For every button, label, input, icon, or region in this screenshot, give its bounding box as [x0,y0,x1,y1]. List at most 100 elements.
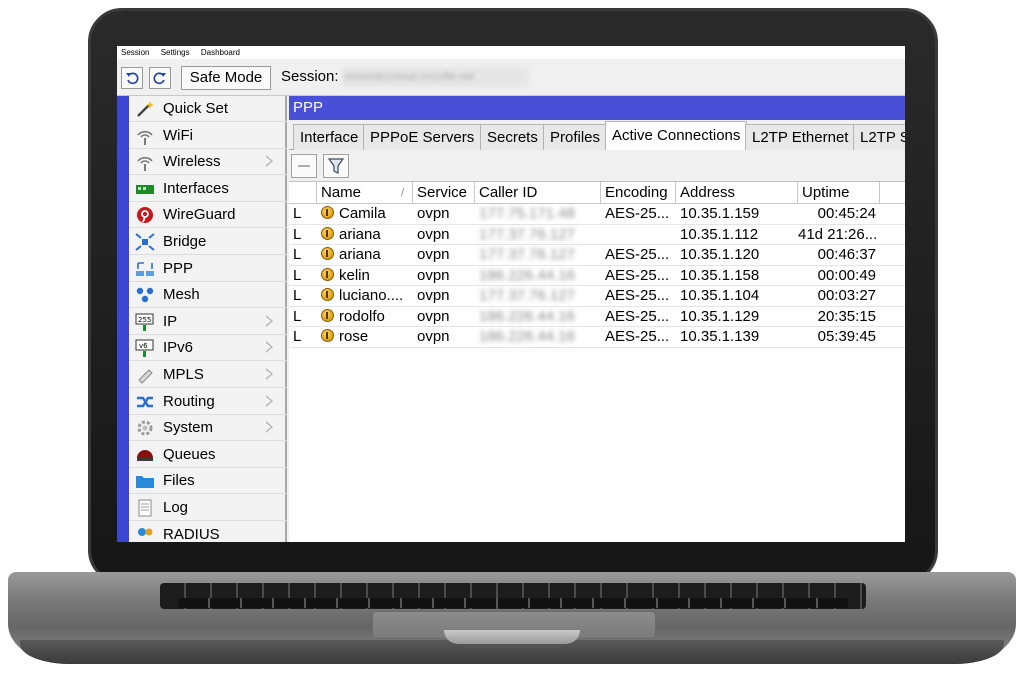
header-name[interactable]: Name / [317,182,413,204]
sidebar-item-wireguard[interactable]: WireGuard [129,202,287,229]
table-row[interactable]: L ariana ovpn 177.37.76.127 10.35.1.112 … [289,225,905,245]
folder-icon [136,476,154,489]
row-address: 10.35.1.158 [680,266,760,284]
wireguard-icon [137,207,153,224]
table-toolbar [289,150,905,182]
header-filler [880,182,905,204]
row-service: ovpn [417,205,450,222]
sidebar-item-label: Bridge [163,233,207,250]
header-encoding[interactable]: Encoding [601,182,676,204]
row-service: ovpn [417,225,450,243]
row-name: rodolfo [317,307,413,327]
tab-pppoe-servers[interactable]: PPPoE Servers [363,124,482,150]
table-row[interactable]: L kelin ovpn 186.226.44.16 AES-25... 10.… [289,266,905,286]
table-header: Name / Service Caller ID Encoding Addres… [289,182,905,204]
menu-bar: Session Settings Dashboard [117,46,905,59]
table-row[interactable]: L ariana ovpn 177.37.76.127 AES-25... 10… [289,245,905,266]
chevron-right-icon [266,394,273,407]
tab-interface[interactable]: Interface [293,124,366,150]
row-service: ovpn [417,266,450,284]
row-encoding: AES-25... [605,328,670,345]
header-caller-id[interactable]: Caller ID [475,182,601,204]
sidebar-item-mesh[interactable]: Mesh [129,282,287,309]
mpls-icon [138,369,153,384]
sidebar-item-interfaces[interactable]: Interfaces [129,176,287,202]
sidebar-item-label: WireGuard [163,206,236,224]
tab-secrets[interactable]: Secrets [480,124,545,150]
ppp-icon [136,261,154,276]
gear-icon [137,420,153,436]
tab-l2tp-ethernet[interactable]: L2TP Ethernet [745,124,856,150]
sidebar-item-mpls[interactable]: MPLS [129,362,287,388]
keyboard-row [178,598,848,608]
row-uptime: 20:35:15 [817,307,876,325]
interfaces-icon [136,184,154,194]
sidebar-item-label: Mesh [163,286,200,304]
row-name: ariana [317,225,413,245]
row-flag: L [293,328,302,345]
sidebar-item-ppp[interactable]: PPP [129,256,287,282]
row-flag: L [293,287,302,304]
menu-session[interactable]: Session [121,48,149,57]
chevron-right-icon [266,155,273,168]
menu-dashboard[interactable]: Dashboard [201,48,240,57]
filter-button[interactable] [323,154,349,178]
table-row[interactable]: L Camila ovpn 177.75.171.48 AES-25... 10… [289,204,905,225]
tab-profiles[interactable]: Profiles [543,124,608,150]
tab-bar: Interface PPPoE Servers Secrets Profiles… [289,120,905,151]
tab-l2tp-server[interactable]: L2TP S [853,124,905,150]
row-address: 10.35.1.159 [680,205,760,222]
sidebar-item-wireless[interactable]: Wireless [129,149,287,176]
row-encoding: AES-25... [605,246,670,263]
sidebar-item-system[interactable]: System [129,415,287,442]
sidebar-item-queues[interactable]: Queues [129,442,287,468]
header-uptime[interactable]: Uptime [798,182,880,204]
row-caller-id: 177.37.76.127 [479,246,575,263]
undo-button[interactable] [121,67,143,89]
sidebar-item-ip[interactable]: 255 IP [129,309,287,335]
table-row[interactable]: L rose ovpn 186.226.44.16 AES-25... 10.3… [289,327,905,348]
row-caller-id: 186.226.44.16 [479,266,575,284]
row-encoding: AES-25... [605,307,670,325]
sidebar-item-bridge[interactable]: Bridge [129,229,287,255]
log-icon [138,499,152,517]
safe-mode-button[interactable]: Safe Mode [181,66,271,90]
row-encoding [601,225,676,245]
redo-button[interactable] [149,67,171,89]
row-name: rose [317,327,413,347]
sidebar-item-routing[interactable]: Routing [129,389,287,415]
row-encoding: AES-25... [605,266,670,284]
row-service: ovpn [417,307,450,325]
wireless-icon [137,157,153,172]
sidebar-item-ipv6[interactable]: v6 IPv6 [129,335,287,362]
row-flag: L [293,205,302,222]
sidebar-item-wifi[interactable]: WiFi [129,123,287,149]
sidebar-item-radius[interactable]: RADIUS [129,522,287,542]
header-service[interactable]: Service [413,182,475,204]
header-address[interactable]: Address [676,182,798,204]
chevron-right-icon [266,421,273,434]
row-uptime: 00:03:27 [817,287,876,304]
chevron-right-icon [266,341,273,354]
table-row[interactable]: L rodolfo ovpn 186.226.44.16 AES-25... 1… [289,307,905,327]
sidebar-item-label: WiFi [163,126,193,144]
sidebar-item-quick-set[interactable]: Quick Set [129,96,287,122]
row-address: 10.35.1.104 [680,287,760,304]
sidebar-item-label: MPLS [163,366,204,383]
row-flag: L [293,225,302,243]
lid-notch [444,630,580,644]
user-icon [321,308,334,322]
row-name-text: rodolfo [339,307,385,325]
tab-active-connections[interactable]: Active Connections [605,121,748,151]
row-name-text: Camila [339,205,386,222]
table-row[interactable]: L luciano.... ovpn 177.37.76.127 AES-25.… [289,286,905,307]
bridge-icon [135,233,155,251]
row-uptime: 00:45:24 [817,205,876,222]
row-flag: L [293,246,302,263]
menu-settings[interactable]: Settings [161,48,190,57]
ipv6-icon: v6 [135,339,154,358]
remove-button[interactable] [291,154,317,178]
sidebar-item-log[interactable]: Log [129,495,287,521]
sidebar-item-label: System [163,419,214,437]
sidebar-item-files[interactable]: Files [129,468,287,495]
